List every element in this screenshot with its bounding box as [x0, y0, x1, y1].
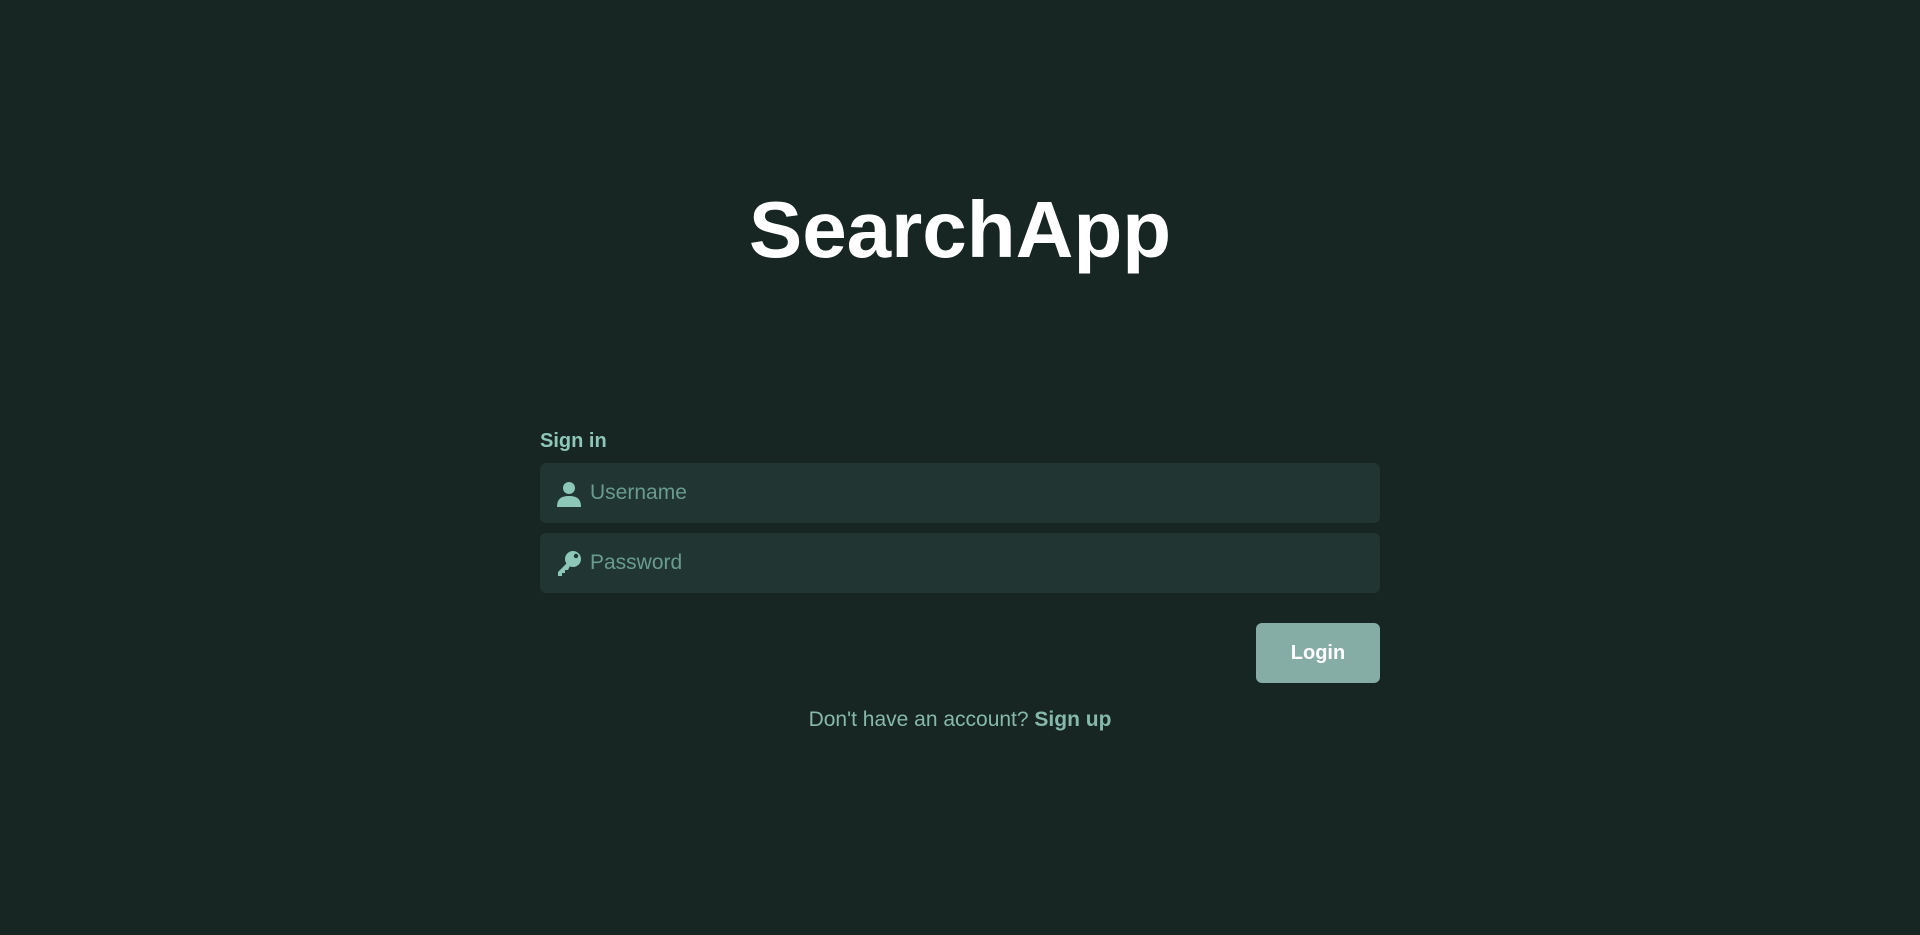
username-input[interactable] — [590, 464, 1370, 522]
login-button[interactable]: Login — [1256, 623, 1380, 683]
signup-row: Don't have an account? Sign up — [540, 705, 1380, 735]
sign-in-heading: Sign in — [540, 430, 607, 452]
username-field[interactable] — [540, 463, 1380, 523]
signup-link[interactable]: Sign up — [1034, 708, 1111, 731]
key-icon — [555, 550, 583, 578]
form-actions: Login — [540, 623, 1380, 683]
signup-prompt: Don't have an account? — [808, 708, 1029, 731]
app-title: SearchApp — [748, 185, 1172, 274]
password-input[interactable] — [590, 534, 1370, 592]
password-field[interactable] — [540, 533, 1380, 593]
login-form: Sign in Login Don't have an account? Sig… — [540, 426, 1380, 735]
user-icon — [555, 480, 583, 508]
